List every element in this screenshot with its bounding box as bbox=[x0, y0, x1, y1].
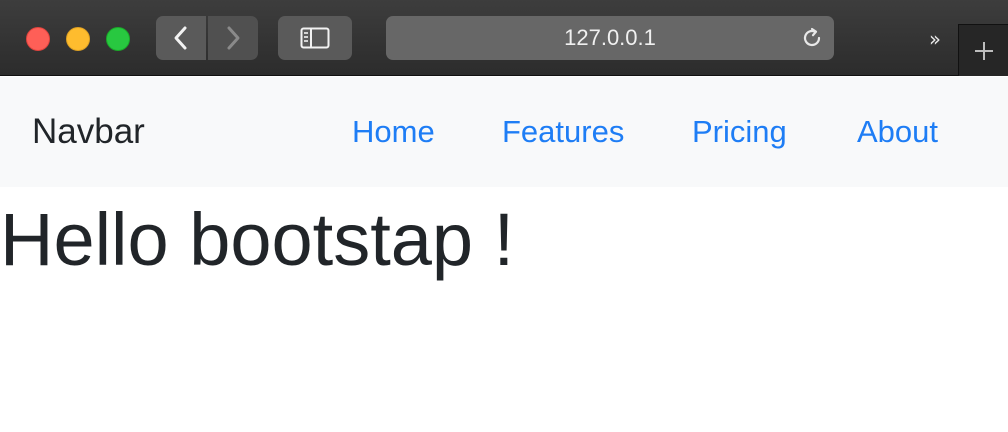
toolbar-overflow-button[interactable]: ›› bbox=[918, 24, 948, 54]
back-button[interactable] bbox=[156, 16, 206, 60]
forward-button[interactable] bbox=[208, 16, 258, 60]
sidebar-toggle-button[interactable] bbox=[278, 16, 352, 60]
nav-link-home[interactable]: Home bbox=[352, 77, 435, 187]
nav-link-features[interactable]: Features bbox=[502, 77, 624, 187]
site-navbar: Navbar Home Features Pricing About bbox=[0, 77, 1008, 187]
close-window-button[interactable] bbox=[26, 27, 50, 51]
nav-link-about[interactable]: About bbox=[857, 77, 938, 187]
minimize-window-button[interactable] bbox=[66, 27, 90, 51]
browser-toolbar: 127.0.0.1 ›› bbox=[0, 0, 1008, 76]
chevron-left-icon bbox=[174, 26, 187, 50]
sidebar-icon bbox=[300, 27, 330, 49]
address-text: 127.0.0.1 bbox=[564, 25, 656, 50]
address-bar[interactable]: 127.0.0.1 bbox=[386, 16, 834, 60]
plus-icon bbox=[974, 41, 993, 60]
maximize-window-button[interactable] bbox=[106, 27, 130, 51]
reload-icon[interactable] bbox=[800, 26, 824, 50]
history-navigation bbox=[156, 16, 258, 60]
new-tab-button[interactable] bbox=[958, 24, 1008, 76]
double-chevron-right-icon: ›› bbox=[929, 27, 941, 51]
nav-link-pricing[interactable]: Pricing bbox=[692, 77, 787, 187]
page-heading: Hello bootstap ! bbox=[0, 198, 515, 281]
chevron-right-icon bbox=[227, 26, 240, 50]
navbar-brand[interactable]: Navbar bbox=[32, 77, 145, 187]
